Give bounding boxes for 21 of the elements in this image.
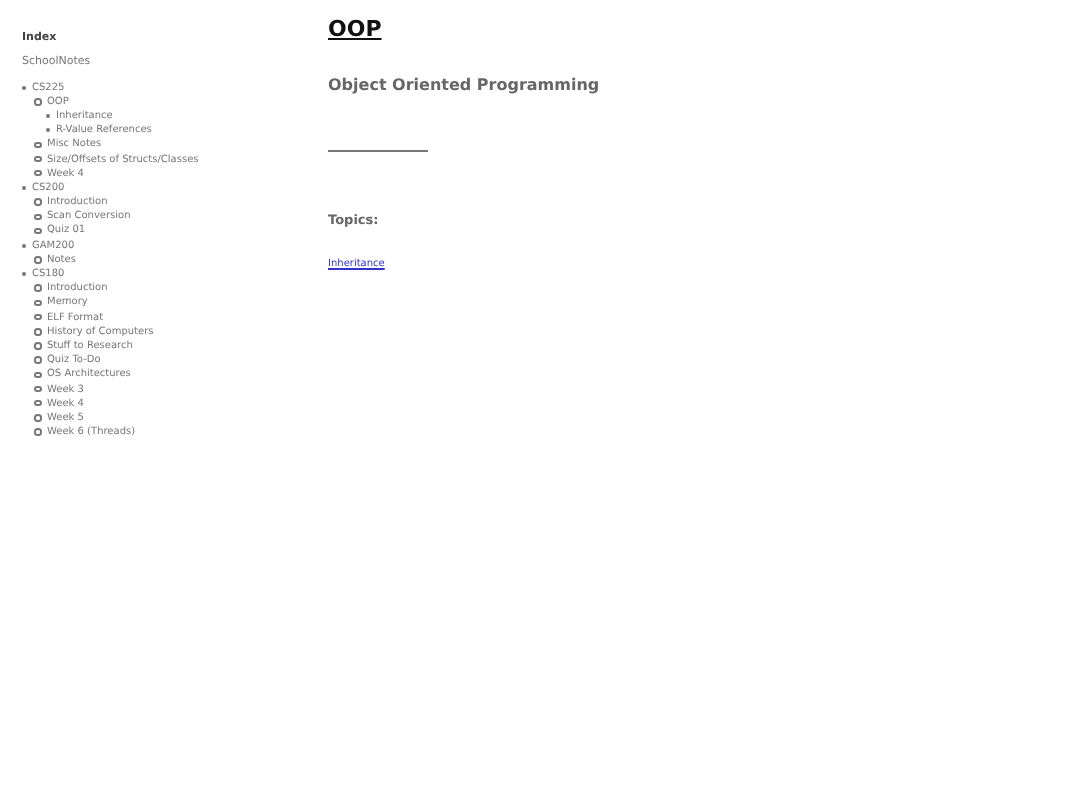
- bullet-icon: [34, 284, 41, 292]
- bullet-icon: [34, 328, 41, 336]
- bullet-icon: [34, 155, 41, 163]
- bullet-icon: [34, 385, 41, 393]
- bullet-icon: [34, 342, 41, 350]
- bullet-icon: [34, 414, 41, 422]
- bullet-icon: [34, 356, 41, 364]
- bullet-icon: [34, 313, 41, 321]
- page-title: OOP: [328, 16, 384, 44]
- bullet-icon: [34, 213, 41, 221]
- bullet-icon: [34, 98, 41, 106]
- page-subtitle: Object Oriented Programming: [328, 76, 600, 96]
- bullet-icon: [34, 256, 41, 264]
- bullet-icon: [34, 428, 41, 436]
- bullet-icon: [34, 399, 41, 407]
- bullet-icon: [34, 299, 41, 307]
- bullet-icon: [34, 141, 41, 149]
- bullet-icon: [34, 198, 41, 206]
- bullet-icon: [34, 227, 41, 235]
- bullet-icon: [34, 371, 41, 379]
- bullet-icon: [34, 169, 41, 177]
